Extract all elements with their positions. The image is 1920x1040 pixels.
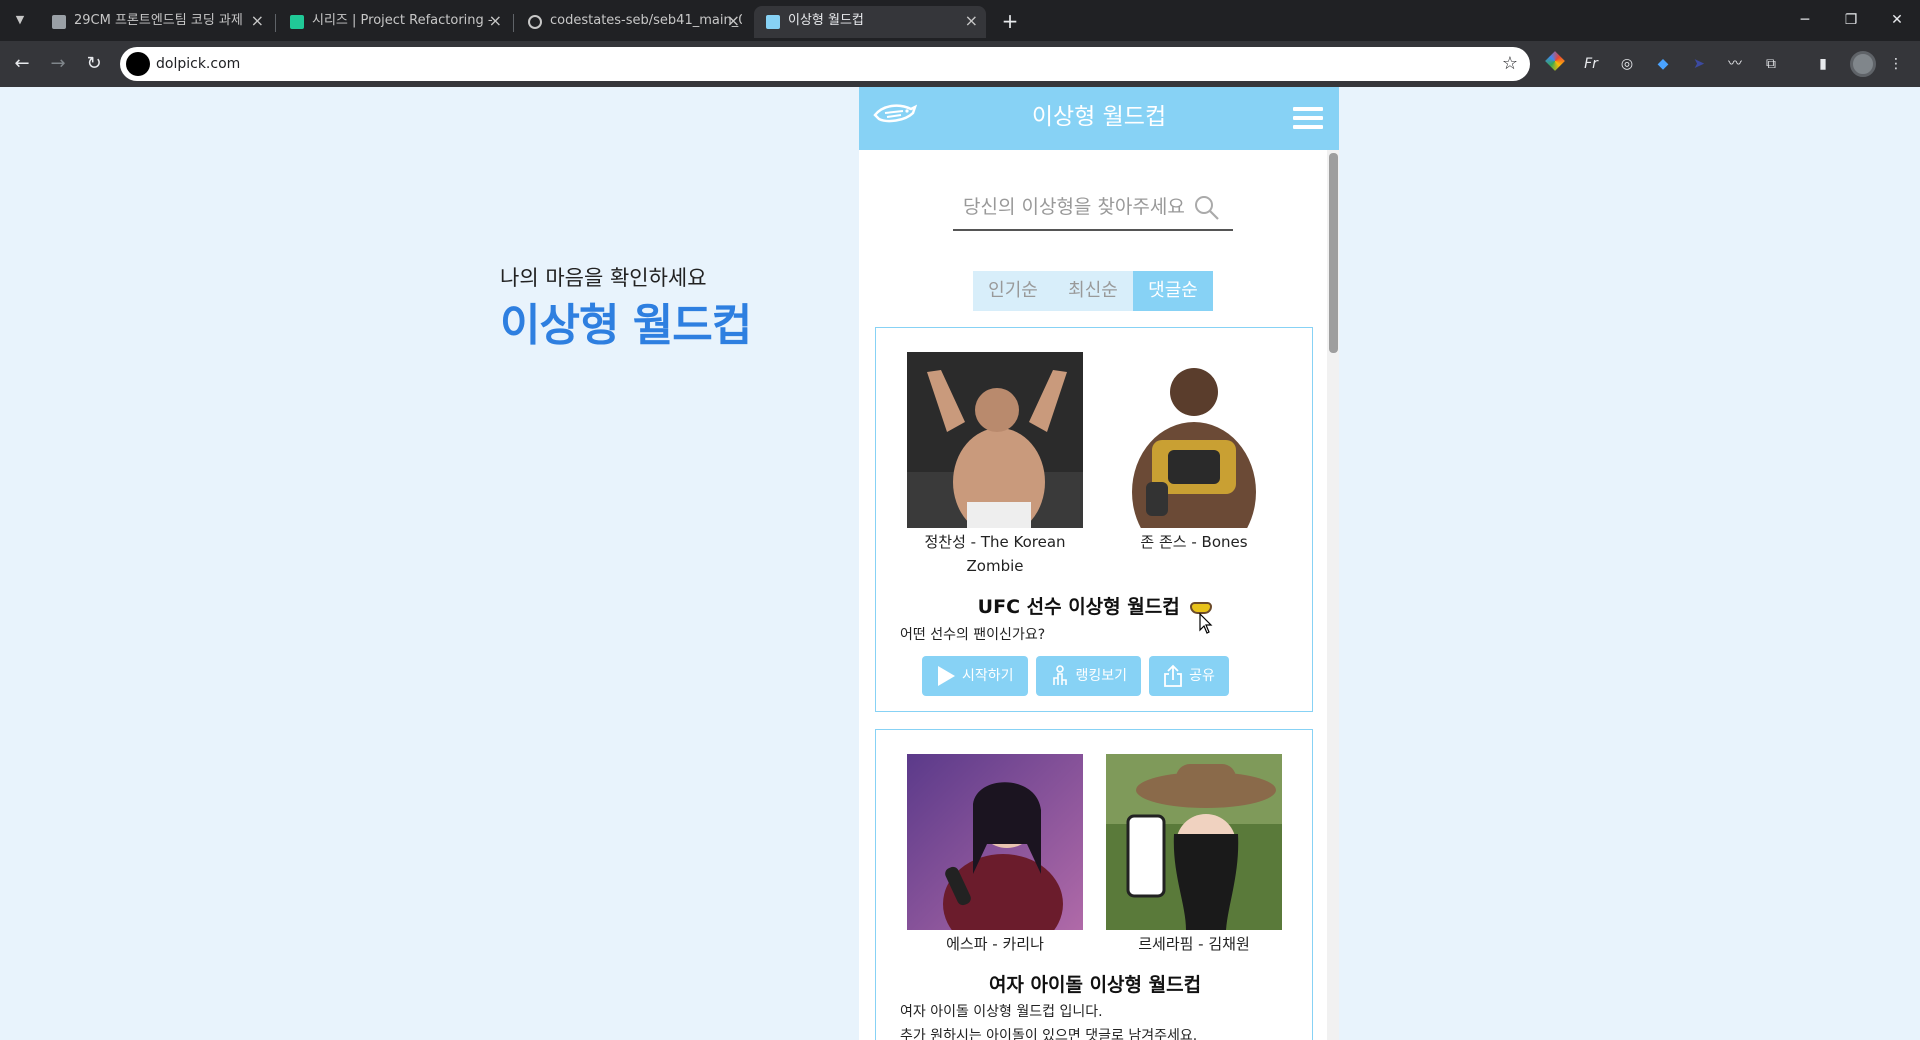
candidate-name: 존 존스 - Bones: [1140, 533, 1248, 551]
candidate-image[interactable]: [1106, 754, 1282, 930]
url-text: dolpick.com: [156, 56, 241, 72]
tab-title: codestates-seb/seb41_main_0: [550, 13, 742, 28]
share-icon: [1164, 664, 1182, 687]
app-container: 이상형 월드컵 인기순 최신순 댓글순: [859, 87, 1339, 1040]
candidate-image[interactable]: [907, 352, 1083, 528]
app-title: 이상형 월드컵: [1031, 104, 1167, 130]
new-tab-plus-icon[interactable]: +: [996, 7, 1024, 35]
boxing-glove-icon: [1190, 601, 1213, 614]
puzzle-extensions-icon[interactable]: ⧉: [1761, 54, 1781, 74]
sort-tab-latest[interactable]: 최신순: [1053, 271, 1133, 311]
candidate-photo: [1106, 754, 1282, 930]
bookmark-star-icon[interactable]: ☆: [1502, 47, 1518, 81]
candidate-name: 르세라핌 - 김채원: [1138, 935, 1250, 953]
arrow-extension-icon[interactable]: ➤: [1689, 54, 1709, 74]
close-icon[interactable]: ×: [727, 6, 740, 36]
card-description: 어떤 선수의 팬이신가요?: [900, 627, 1046, 643]
close-icon[interactable]: ×: [965, 6, 978, 36]
card-actions: 시작하기 랭킹보기 공유: [922, 656, 1229, 696]
worldcup-card[interactable]: 에스파 - 카리나 르세라핌 - 김채원 여자 아이돌 이상형 월드컵 여자 아…: [875, 729, 1313, 1040]
velog-icon: [290, 15, 304, 29]
app-header: 이상형 월드컵: [859, 87, 1339, 150]
close-icon[interactable]: ×: [251, 6, 264, 36]
browser-tab-2[interactable]: 시리즈 | Project Refactoring - ×: [278, 6, 510, 38]
search-input[interactable]: [963, 185, 1193, 229]
scrollbar-thumb[interactable]: [1329, 153, 1338, 353]
github-icon: [528, 15, 542, 29]
hero-title: 이상형 월드컵: [500, 300, 752, 351]
candidate-photo: [907, 352, 1083, 528]
font-extension-icon[interactable]: Fr: [1581, 54, 1601, 74]
share-button-label: 공유: [1189, 668, 1215, 684]
minimize-icon[interactable]: ─: [1782, 0, 1828, 41]
card-title: UFC 선수 이상형 월드컵: [876, 592, 1314, 619]
ranking-button[interactable]: 랭킹보기: [1035, 656, 1142, 696]
restore-icon[interactable]: ❐: [1828, 0, 1874, 41]
share-button[interactable]: 공유: [1149, 656, 1229, 696]
close-icon[interactable]: ×: [489, 6, 502, 36]
candidate-photo: [907, 754, 1083, 930]
side-panel-icon[interactable]: ▮: [1813, 54, 1833, 74]
sort-tabs: 인기순 최신순 댓글순: [973, 271, 1213, 311]
candidate-name: 정찬성 - The Korean Zombie: [924, 533, 1066, 575]
shield-extension-icon[interactable]: ◆: [1653, 54, 1673, 74]
candidate-name: 에스파 - 카리나: [946, 935, 1044, 953]
browser-toolbar: ← → ↻ dolpick.com ☆ Fr ◎ ◆ ➤ 〰 ⧉ ▮ ⋮: [0, 41, 1920, 87]
browser-tab-bar: ▼ 29CM 프론트엔드팀 코딩 과제 × 시리즈 | Project Refa…: [0, 0, 1920, 41]
profile-avatar[interactable]: [1850, 51, 1876, 77]
back-arrow-icon[interactable]: ←: [8, 50, 36, 78]
card-title: 여자 아이돌 이상형 월드컵: [988, 974, 1202, 996]
start-button[interactable]: 시작하기: [922, 656, 1028, 696]
tab-title: 시리즈 | Project Refactoring -: [312, 13, 493, 28]
sort-tab-comments[interactable]: 댓글순: [1133, 271, 1213, 311]
trophy-icon: [766, 15, 780, 29]
site-icon: [126, 52, 150, 76]
worldcup-card[interactable]: 정찬성 - The Korean Zombie 존 존스 - Bones UFC…: [875, 327, 1313, 712]
search-box: [953, 185, 1233, 231]
tab-title: 이상형 월드컵: [788, 13, 864, 28]
ranking-button-label: 랭킹보기: [1075, 668, 1128, 684]
address-bar[interactable]: dolpick.com ☆: [120, 47, 1530, 81]
search-icon[interactable]: [1193, 194, 1221, 222]
hero-subtitle: 나의 마음을 확인하세요: [500, 266, 707, 290]
tab-divider: [275, 14, 276, 32]
browser-tab-1[interactable]: 29CM 프론트엔드팀 코딩 과제 ×: [40, 6, 272, 38]
ranking-icon: [1052, 665, 1067, 685]
wave-extension-icon[interactable]: 〰: [1725, 54, 1745, 74]
candidate-image[interactable]: [1106, 352, 1282, 528]
tab-title: 29CM 프론트엔드팀 코딩 과제: [74, 13, 243, 28]
start-button-label: 시작하기: [962, 668, 1014, 684]
forward-arrow-icon[interactable]: →: [44, 50, 72, 78]
cart-icon: [52, 15, 66, 29]
tab-search-chevron-icon[interactable]: ▼: [8, 8, 32, 32]
target-extension-icon[interactable]: ◎: [1617, 54, 1637, 74]
more-menu-icon[interactable]: ⋮: [1886, 54, 1906, 74]
close-window-icon[interactable]: ✕: [1874, 0, 1920, 41]
card-description: 여자 아이돌 이상형 월드컵 입니다.: [900, 1004, 1103, 1020]
color-extension-icon[interactable]: [1545, 51, 1565, 74]
hamburger-menu-icon[interactable]: [1293, 107, 1323, 129]
card-title-text: UFC 선수 이상형 월드컵: [977, 596, 1180, 618]
card-description: 추가 원하시는 아이돌이 있으면 댓글로 남겨주세요.: [900, 1028, 1198, 1040]
reload-icon[interactable]: ↻: [80, 50, 108, 78]
mouse-cursor-icon: [1199, 613, 1213, 634]
tab-divider: [513, 14, 514, 32]
play-icon: [938, 666, 955, 686]
candidate-image[interactable]: [907, 754, 1083, 930]
browser-tab-4-active[interactable]: 이상형 월드컵 ×: [754, 6, 986, 38]
browser-tab-3[interactable]: codestates-seb/seb41_main_0 ×: [516, 6, 748, 38]
candidate-photo: [1106, 352, 1282, 528]
sort-tab-popular[interactable]: 인기순: [973, 271, 1053, 311]
